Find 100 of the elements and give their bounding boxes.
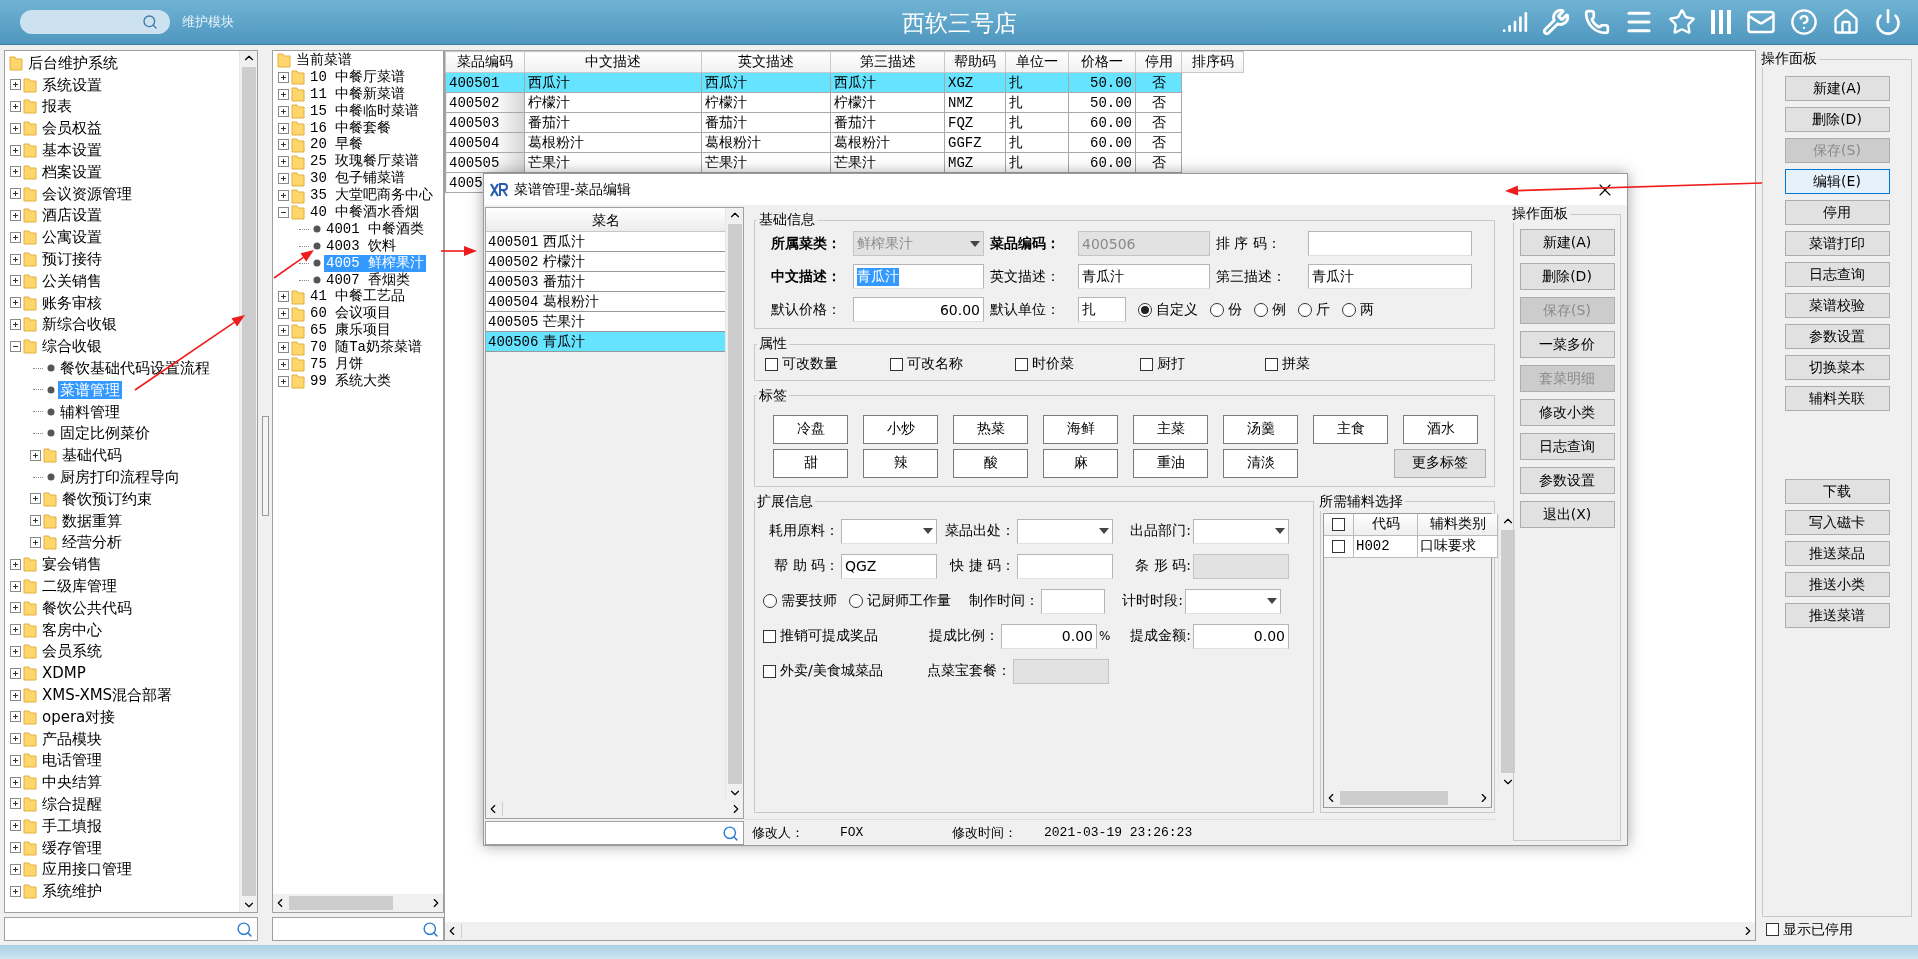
checkbox[interactable]: [1332, 539, 1345, 553]
column-header[interactable]: 第三描述: [830, 51, 945, 73]
tree-item[interactable]: 25 玫瑰餐厅菜谱: [308, 153, 422, 171]
expand-icon[interactable]: [277, 156, 289, 168]
expand-icon[interactable]: [9, 144, 21, 156]
tree-item[interactable]: 账务审核: [40, 293, 104, 312]
home-icon[interactable]: [1832, 8, 1860, 36]
tag-button[interactable]: 冷盘: [773, 414, 848, 444]
expand-icon[interactable]: [9, 253, 21, 265]
power-icon[interactable]: [1874, 8, 1902, 36]
radio-button[interactable]: 需要技师: [763, 591, 837, 610]
list-item[interactable]: 400501 西瓜汁: [486, 232, 725, 252]
expand-icon[interactable]: [9, 602, 21, 614]
expand-icon[interactable]: [9, 558, 21, 570]
tag-button[interactable]: 辣: [863, 448, 938, 478]
expand-icon[interactable]: [9, 318, 21, 330]
tree-item[interactable]: 4003 饮料: [324, 237, 398, 255]
expand-icon[interactable]: [277, 358, 289, 370]
radio-button[interactable]: 份: [1210, 300, 1242, 319]
expand-icon[interactable]: [277, 139, 289, 151]
tag-button[interactable]: 酸: [953, 448, 1028, 478]
tree-item[interactable]: 系统维护: [40, 882, 104, 901]
panel-button[interactable]: 推送小类: [1784, 572, 1890, 597]
panel-button[interactable]: 修改小类: [1519, 399, 1615, 426]
tree-item[interactable]: 餐饮预订约束: [60, 489, 154, 508]
star-icon[interactable]: [1668, 8, 1696, 36]
expand-icon[interactable]: [277, 375, 289, 387]
list-item[interactable]: 400506 青瓜汁: [486, 332, 725, 352]
column-header[interactable]: 代码: [1354, 513, 1418, 536]
column-header[interactable]: 辅料类别: [1418, 513, 1498, 536]
panel-button[interactable]: 切换菜本: [1784, 355, 1890, 380]
search-field[interactable]: [20, 10, 170, 34]
tree-item[interactable]: 会议资源管理: [40, 184, 134, 203]
tree-item[interactable]: 35 大堂吧商务中心: [308, 187, 436, 205]
tree-item[interactable]: 后台维护系统: [26, 53, 120, 72]
tree-item[interactable]: 新综合收银: [40, 315, 119, 334]
tree-item[interactable]: 16 中餐套餐: [308, 119, 394, 137]
expand-icon[interactable]: [9, 209, 21, 221]
more-tags-button[interactable]: 更多标签: [1394, 448, 1486, 478]
column-header[interactable]: 菜名: [486, 208, 725, 232]
column-header[interactable]: 价格一: [1068, 51, 1136, 73]
tools-icon[interactable]: [1542, 8, 1570, 36]
expand-icon[interactable]: [9, 711, 21, 723]
tree-item[interactable]: XMS-XMS混合部署: [40, 686, 175, 704]
expand-icon[interactable]: [9, 820, 21, 832]
tree-item[interactable]: 75 月饼: [308, 356, 366, 373]
panel-button[interactable]: 日志查询: [1784, 262, 1890, 287]
tree-item[interactable]: 30 包子铺菜谱: [308, 170, 408, 188]
checkbox[interactable]: 可改名称: [890, 355, 963, 373]
scrollbar[interactable]: [239, 51, 257, 912]
expand-icon[interactable]: [9, 776, 21, 788]
panel-button[interactable]: 推送菜品: [1784, 541, 1890, 566]
checkbox[interactable]: [1332, 517, 1345, 531]
expand-icon[interactable]: [277, 88, 289, 100]
panel-button[interactable]: 参数设置: [1519, 467, 1615, 494]
tree-item[interactable]: 当前菜谱: [294, 51, 354, 69]
tree-item[interactable]: 40 中餐酒水香烟: [308, 203, 422, 221]
tree-item[interactable]: 手工填报: [40, 816, 104, 835]
checkbox[interactable]: 推销可提成奖品: [763, 627, 878, 645]
scrollbar[interactable]: [273, 894, 443, 912]
list-item[interactable]: 400504 葛根粉汁: [486, 292, 725, 312]
tag-button[interactable]: 麻: [1043, 448, 1118, 478]
list-item[interactable]: 400502 柠檬汁: [486, 252, 725, 272]
tree-item[interactable]: 产品模块: [40, 729, 104, 748]
tag-button[interactable]: 主食: [1313, 414, 1388, 444]
tag-button[interactable]: 清淡: [1223, 448, 1298, 478]
tree-item[interactable]: 辅料管理: [58, 402, 122, 421]
tree-item[interactable]: 11 中餐新菜谱: [308, 85, 408, 103]
expand-icon[interactable]: [9, 122, 21, 134]
tree-item[interactable]: 60 会议项目: [308, 305, 394, 323]
tag-button[interactable]: 海鲜: [1043, 414, 1118, 444]
tree-item[interactable]: 档案设置: [40, 162, 104, 181]
expand-icon[interactable]: [29, 493, 41, 505]
column-header[interactable]: 停用: [1135, 51, 1182, 73]
number-field[interactable]: 0.00: [1193, 623, 1289, 649]
panel-button[interactable]: 写入磁卡: [1784, 510, 1890, 535]
text-field[interactable]: [1041, 588, 1105, 614]
panel-button[interactable]: 推送菜谱: [1784, 603, 1890, 628]
search-field[interactable]: [272, 917, 444, 941]
tree-item[interactable]: 电话管理: [40, 751, 104, 770]
tree-item[interactable]: 4001 中餐酒类: [324, 220, 426, 238]
expand-icon[interactable]: [9, 645, 21, 657]
text-field[interactable]: 扎: [1078, 297, 1126, 322]
tree-item[interactable]: 65 康乐项目: [308, 322, 394, 340]
checkbox[interactable]: 厨打: [1140, 355, 1185, 373]
panel-button[interactable]: 停用: [1784, 200, 1890, 225]
checkbox[interactable]: 可改数量: [765, 355, 838, 373]
panel-button[interactable]: 日志查询: [1519, 433, 1615, 460]
tree-item[interactable]: 会员权益: [40, 119, 104, 138]
tree-item[interactable]: 10 中餐厅菜谱: [308, 68, 408, 86]
expand-icon[interactable]: [277, 122, 289, 134]
column-header[interactable]: 英文描述: [701, 51, 831, 73]
collapse-icon[interactable]: [9, 340, 21, 352]
expand-icon[interactable]: [9, 885, 21, 897]
expand-icon[interactable]: [9, 624, 21, 636]
panel-button[interactable]: 新建(A): [1519, 229, 1615, 256]
panel-button[interactable]: 删除(D): [1784, 107, 1890, 132]
column-header[interactable]: 中文描述: [524, 51, 702, 73]
expand-icon[interactable]: [9, 275, 21, 287]
scrollbar[interactable]: [725, 208, 743, 800]
